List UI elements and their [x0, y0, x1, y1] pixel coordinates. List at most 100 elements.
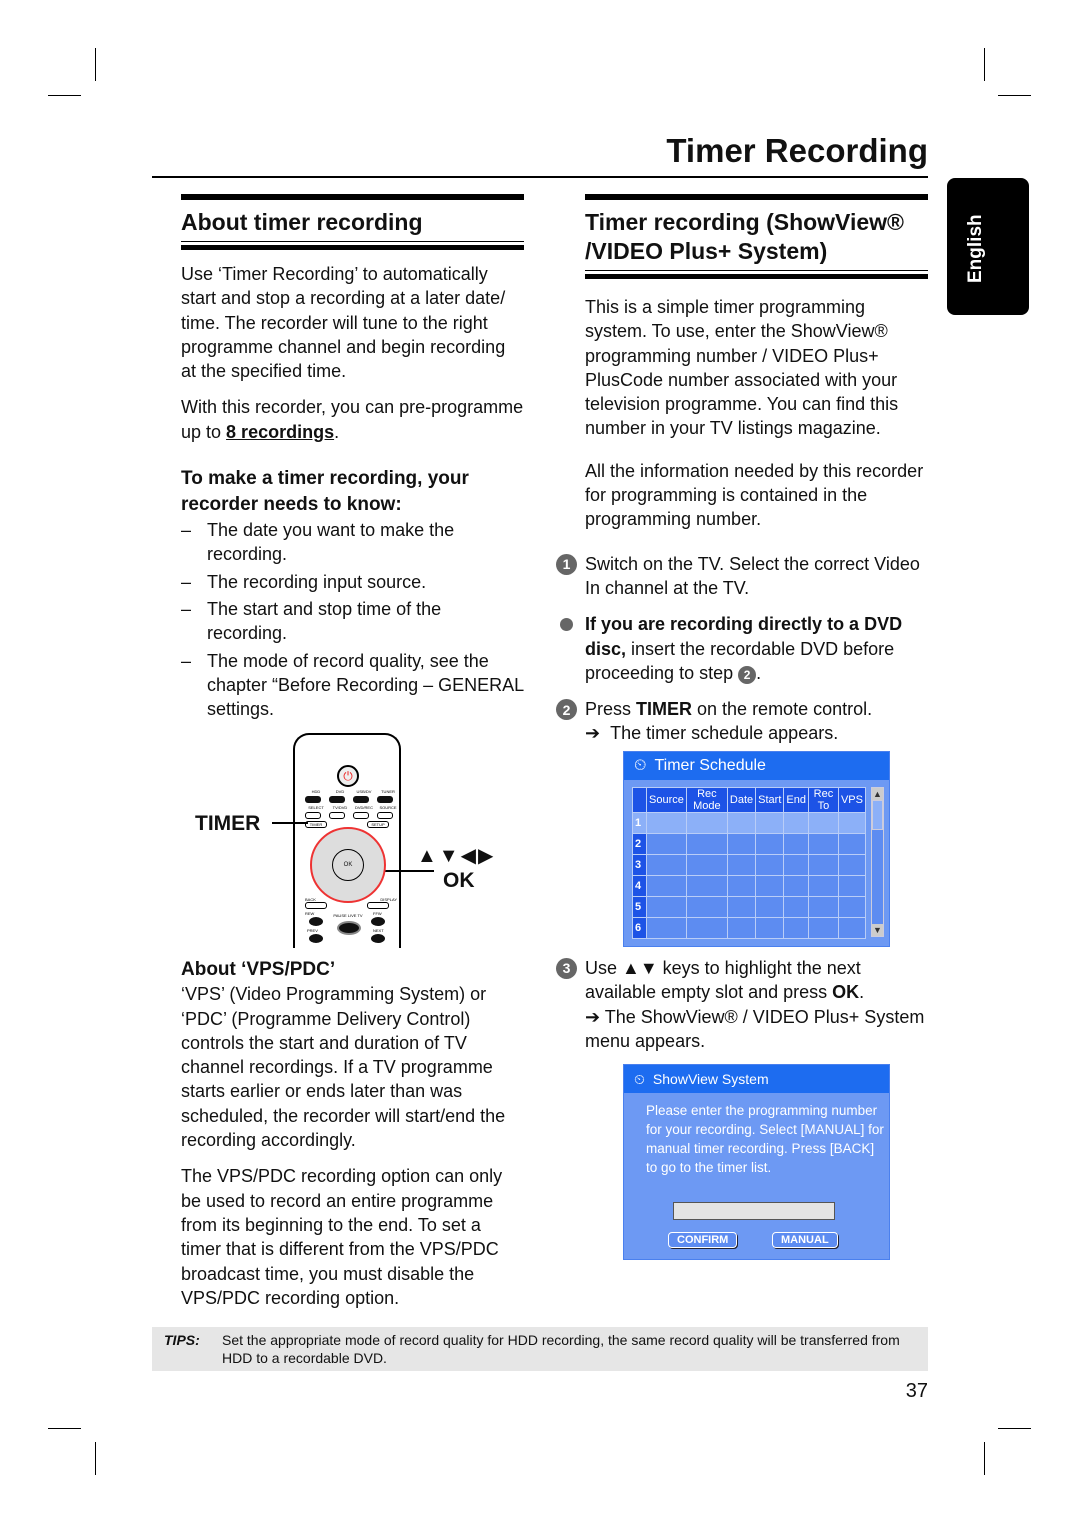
table-cell[interactable] — [755, 854, 785, 876]
vps-heading: About ‘VPS/PDC’ — [181, 959, 336, 980]
row-number: 6 — [632, 917, 647, 939]
table-cell[interactable] — [726, 917, 757, 939]
table-row[interactable]: 3 — [632, 854, 867, 876]
list-item-text: The mode of record quality, see the chap… — [207, 650, 524, 720]
table-cell[interactable] — [646, 812, 687, 834]
table-row[interactable]: 1 — [632, 812, 867, 834]
key-label: NEXT — [373, 928, 384, 933]
crop-mark — [998, 1428, 1031, 1429]
timer-key: TIMER — [305, 821, 327, 828]
table-cell[interactable] — [755, 896, 785, 918]
step-3: 3 Use ▲▼ keys to highlight the next avail… — [556, 956, 930, 1005]
table-cell[interactable] — [783, 833, 809, 855]
table-cell[interactable] — [837, 812, 867, 834]
back-key — [305, 902, 327, 909]
key-label: DVD/REC — [354, 805, 373, 810]
table-cell[interactable] — [837, 917, 867, 939]
key-label: PAUSE LIVE TV — [333, 913, 363, 918]
heading-rule — [181, 241, 524, 250]
table-row[interactable]: 6 — [632, 917, 867, 939]
scroll-up-icon[interactable]: ▲ — [872, 788, 883, 800]
table-cell[interactable] — [783, 917, 809, 939]
list-item: – The date you want to make the recording… — [181, 518, 524, 567]
step-number: 1 — [556, 553, 577, 575]
table-cell[interactable] — [807, 833, 839, 855]
osd-title: Timer Schedule — [654, 757, 766, 774]
manual-button[interactable]: MANUAL — [772, 1232, 838, 1248]
nav-ring: OK — [310, 827, 386, 903]
table-cell[interactable] — [807, 854, 839, 876]
table-cell[interactable] — [837, 896, 867, 918]
column-header: VPS — [837, 787, 867, 813]
play-pause-key — [337, 921, 361, 935]
heading-rule — [585, 270, 928, 279]
table-cell[interactable] — [646, 875, 687, 897]
step-text: Switch on the TV. Select the correct Vid… — [585, 553, 920, 598]
table-cell[interactable] — [726, 833, 757, 855]
row-number: 4 — [632, 875, 647, 897]
step-text: on the remote control. — [692, 699, 873, 720]
recordings-link[interactable]: 8 recordings — [226, 422, 334, 442]
table-cell[interactable] — [783, 812, 809, 834]
confirm-button[interactable]: CONFIRM — [668, 1232, 738, 1248]
table-cell[interactable] — [807, 896, 839, 918]
table-cell[interactable] — [726, 896, 757, 918]
tips-label: TIPS: — [164, 1332, 200, 1348]
scrollbar[interactable]: ▲ ▼ — [871, 787, 884, 937]
table-cell[interactable] — [807, 812, 839, 834]
table-cell[interactable] — [646, 917, 687, 939]
column-header: Start — [755, 787, 785, 813]
table-cell[interactable] — [783, 875, 809, 897]
programming-number-input[interactable] — [673, 1202, 835, 1220]
remote-keys: HDD DVD USB/DV TUNER SELECT TV/DVD DVD/REC SOU… — [305, 789, 399, 819]
step-text: Use — [585, 958, 623, 978]
row-number: 2 — [632, 833, 647, 855]
table-cell[interactable] — [646, 833, 687, 855]
table-cell[interactable] — [685, 896, 728, 918]
table-cell[interactable] — [807, 875, 839, 897]
table-cell[interactable] — [726, 875, 757, 897]
table-row[interactable]: 2 — [632, 833, 867, 855]
result-text: The ShowView® / VIDEO Plus+ System menu … — [585, 1006, 925, 1051]
crop-mark — [48, 1428, 81, 1429]
scroll-thumb[interactable] — [872, 800, 883, 830]
table-cell[interactable] — [807, 917, 839, 939]
crop-mark — [95, 1442, 96, 1475]
page-number: 37 — [905, 1380, 928, 1402]
table-cell[interactable] — [685, 917, 728, 939]
step-2-result: ➔ The timer schedule appears. — [585, 721, 928, 745]
table-cell[interactable] — [783, 896, 809, 918]
scroll-down-icon[interactable]: ▼ — [872, 924, 883, 936]
remote-control-illustration: ⏻ HDD DVD USB/DV TUNER SELECT TV/DVD DVD/REC S… — [293, 733, 401, 948]
vps-paragraph: The VPS/PDC recording option can only be… — [181, 1166, 503, 1308]
table-cell[interactable] — [685, 833, 728, 855]
step-text: Press — [585, 699, 637, 720]
table-row[interactable]: 4 — [632, 875, 867, 897]
osd-title-bar: ⏲ ShowView System — [624, 1065, 889, 1093]
column-header: Source — [646, 787, 687, 813]
table-cell[interactable] — [755, 917, 785, 939]
table-cell[interactable] — [755, 812, 785, 834]
table-cell[interactable] — [837, 833, 867, 855]
table-cell[interactable] — [726, 854, 757, 876]
table-cell[interactable] — [726, 812, 757, 834]
step-3-result: ➔ The ShowView® / VIDEO Plus+ System men… — [585, 1005, 930, 1054]
table-cell[interactable] — [755, 833, 785, 855]
table-cell[interactable] — [755, 875, 785, 897]
table-cell[interactable] — [837, 854, 867, 876]
table-row[interactable]: 5 — [632, 896, 867, 918]
heading-rule — [181, 194, 524, 200]
column-header: Date — [726, 787, 757, 813]
table-cell[interactable] — [646, 854, 687, 876]
table-cell[interactable] — [685, 875, 728, 897]
key-label: TUNER — [381, 789, 395, 794]
table-cell[interactable] — [837, 875, 867, 897]
capacity-text: With this recorder, you can pre-programm… — [181, 395, 524, 444]
table-cell[interactable] — [783, 854, 809, 876]
table-cell[interactable] — [685, 812, 728, 834]
prev-key — [309, 934, 323, 943]
crop-mark — [984, 48, 985, 81]
table-cell[interactable] — [685, 854, 728, 876]
table-cell[interactable] — [646, 896, 687, 918]
intro-text: This is a simple timer programming syste… — [585, 297, 899, 439]
